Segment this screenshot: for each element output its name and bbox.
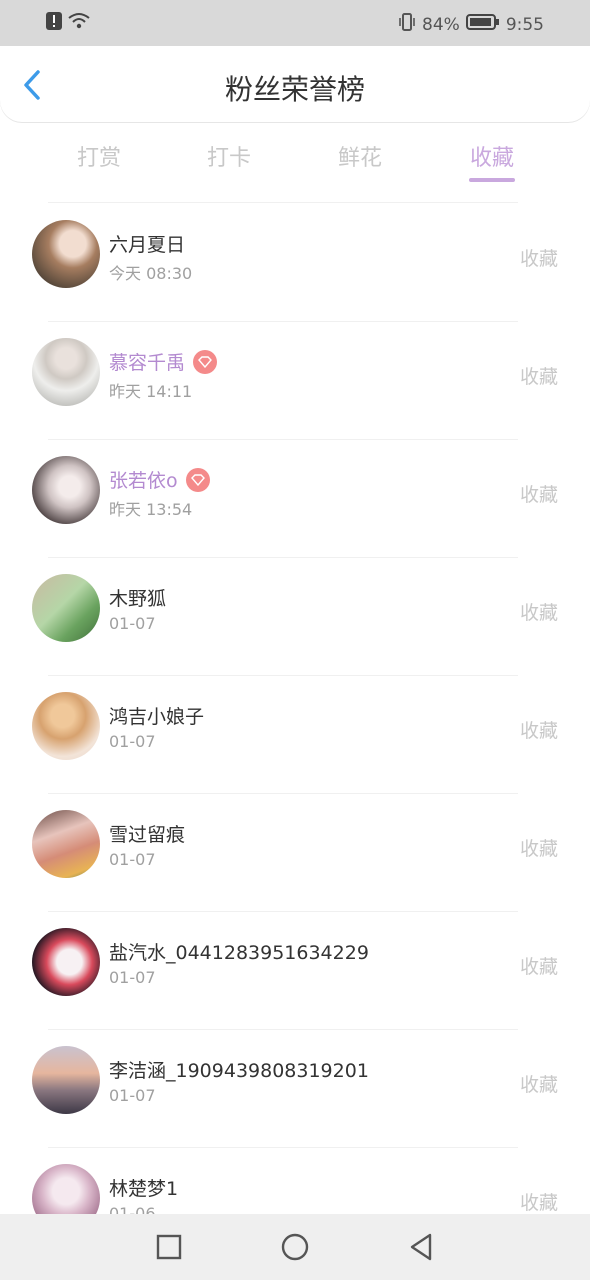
status-time: 9:55 [505,14,544,35]
avatar [32,456,100,524]
favorite-label: 收藏 [519,366,558,388]
fan-time: 01-06 [109,1204,156,1214]
battery-percent: 84% [422,14,460,35]
avatar [32,928,100,996]
list-item[interactable]: 木野狐 01-07 收藏 [0,556,590,674]
vip-diamond-icon [193,349,218,374]
avatar [32,338,100,406]
fan-name: 张若依o [109,470,178,492]
status-bar: 84% 9:55 [0,0,590,46]
triangle-back-icon [410,1233,432,1261]
fan-time: 01-07 [109,1086,156,1105]
avatar [32,810,100,878]
fan-name: 六月夏日 [109,234,186,256]
list-item[interactable]: 盐汽水_0441283951634229 01-07 收藏 [0,910,590,1028]
avatar [32,692,100,760]
list-item[interactable]: 李洁涵_1909439808319201 01-07 收藏 [0,1028,590,1146]
list-item[interactable]: 六月夏日 今天 08:30 收藏 [0,202,590,320]
fan-name: 李洁涵_1909439808319201 [109,1060,369,1082]
list-item[interactable]: 鸿吉小娘子 01-07 收藏 [0,674,590,792]
favorite-label: 收藏 [519,838,558,860]
alert-icon [46,12,62,34]
tab-flowers[interactable]: 鲜花 [310,140,410,172]
active-tab-indicator [469,178,515,182]
circle-icon [281,1233,309,1261]
favorite-label: 收藏 [519,1192,558,1214]
system-nav-bar [0,1214,590,1280]
favorite-label: 收藏 [519,248,558,270]
fan-time: 01-07 [109,732,156,751]
fan-name: 慕容千禹 [109,352,186,374]
avatar [32,574,100,642]
vibrate-icon [398,12,416,37]
fan-name: 雪过留痕 [109,824,186,846]
favorite-label: 收藏 [519,484,558,506]
favorite-label: 收藏 [519,602,558,624]
recent-apps-button[interactable] [154,1232,184,1262]
fan-time: 今天 08:30 [109,264,193,283]
tab-reward[interactable]: 打赏 [49,140,149,172]
avatar [32,1164,100,1214]
battery-icon [465,13,500,36]
fan-time: 01-07 [109,614,156,633]
tab-favorites[interactable]: 收藏 [442,140,542,172]
fan-name: 木野狐 [109,588,167,610]
avatar [32,220,100,288]
favorite-label: 收藏 [519,720,558,742]
fan-name: 林楚梦1 [109,1178,179,1200]
avatar [32,1046,100,1114]
fan-name: 鸿吉小娘子 [109,706,205,728]
home-button[interactable] [280,1232,310,1262]
back-nav-button[interactable] [406,1232,436,1262]
fan-time: 01-07 [109,968,156,987]
wifi-icon [68,12,90,34]
page-title: 粉丝荣誉榜 [224,73,365,106]
fan-name: 盐汽水_0441283951634229 [109,942,369,964]
fan-time: 昨天 13:54 [109,500,193,519]
fan-time: 01-07 [109,850,156,869]
list-item[interactable]: 张若依o 昨天 13:54 收藏 [0,438,590,556]
tab-bar: 打赏 打卡 鲜花 收藏 [0,134,590,194]
favorite-label: 收藏 [519,956,558,978]
header-bar: 粉丝荣誉榜 [0,46,590,122]
fan-time: 昨天 14:11 [109,382,193,401]
list-item[interactable]: 林楚梦1 01-06 收藏 [0,1146,590,1214]
favorite-label: 收藏 [519,1074,558,1096]
square-icon [156,1234,182,1260]
list-item[interactable]: 雪过留痕 01-07 收藏 [0,792,590,910]
list-item[interactable]: 慕容千禹 昨天 14:11 收藏 [0,320,590,438]
vip-diamond-icon [185,467,210,492]
tab-checkin[interactable]: 打卡 [179,140,279,172]
